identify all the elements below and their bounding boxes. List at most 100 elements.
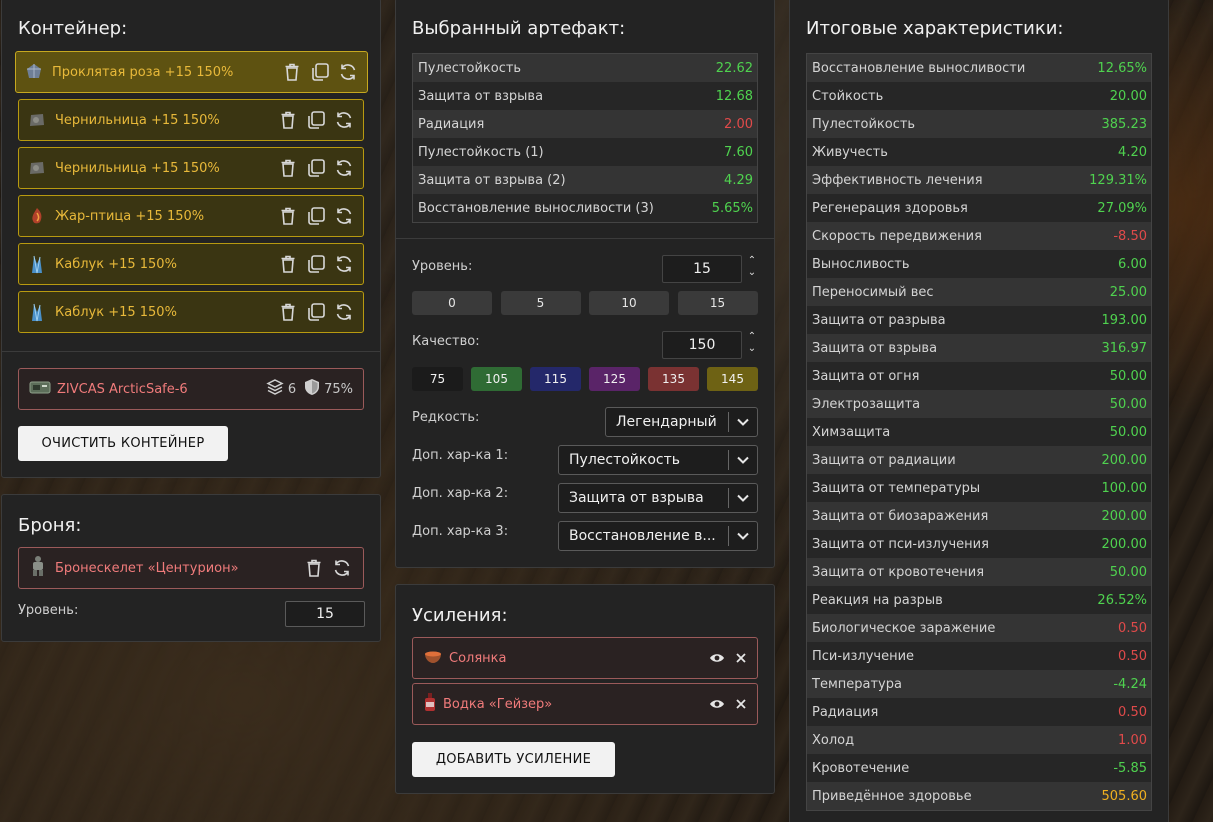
stat-row: Эффективность лечения 129.31%	[807, 166, 1151, 194]
swap-icon[interactable]	[333, 157, 355, 179]
chevron-up-icon[interactable]: ⌃	[745, 331, 759, 343]
trash-icon[interactable]	[277, 253, 299, 275]
artifact-row[interactable]: Жар-птица +15 150%	[18, 195, 364, 237]
armor-level-input[interactable]: 15	[285, 601, 365, 627]
stat-name: Приведённое здоровье	[812, 788, 972, 804]
stat-row: Пулестойкость (1) 7.60	[413, 138, 757, 166]
quality-input[interactable]: 150	[662, 331, 742, 359]
chevron-down-icon	[729, 456, 757, 464]
add-boost-button[interactable]: ДОБАВИТЬ УСИЛЕНИЕ	[412, 742, 615, 777]
quality-preset-button[interactable]: 145	[707, 367, 758, 391]
rarity-select[interactable]: Легендарный	[605, 407, 758, 437]
stat-value: 385.23	[1101, 116, 1148, 132]
artifact-row[interactable]: Каблук +15 150%	[18, 291, 364, 333]
bottle-icon	[423, 692, 437, 716]
stat-name: Стойкость	[812, 88, 884, 104]
stat-value: 2.00	[724, 116, 753, 132]
artifact-row[interactable]: Каблук +15 150%	[18, 243, 364, 285]
container-item[interactable]: ZIVCAS ArcticSafe-6 6 75%	[18, 368, 364, 410]
swap-icon[interactable]	[333, 301, 355, 323]
stat-name: Восстановление выносливости	[812, 60, 1026, 76]
artifact-row[interactable]: Чернильница +15 150%	[18, 147, 364, 189]
quality-preset-button[interactable]: 105	[471, 367, 522, 391]
level-input[interactable]: 15	[662, 255, 742, 283]
inkwell-gem-icon	[27, 110, 47, 130]
artifact-row[interactable]: Проклятая роза +15 150%	[15, 51, 368, 93]
stat-value: 0.50	[1118, 648, 1147, 664]
stat-name: Пси-излучение	[812, 648, 915, 664]
artifact-divider	[396, 238, 774, 239]
extra3-select[interactable]: Восстановление в...	[558, 521, 758, 551]
totals-stats-table: Восстановление выносливости 12.65% Стойкос…	[806, 53, 1152, 811]
container-box-icon	[29, 379, 51, 399]
quality-preset-button[interactable]: 75	[412, 367, 463, 391]
container-item-name: ZIVCAS ArcticSafe-6	[57, 381, 188, 397]
trash-icon[interactable]	[281, 61, 303, 83]
copy-icon[interactable]	[305, 301, 327, 323]
swap-icon[interactable]	[333, 205, 355, 227]
stat-name: Реакция на разрыв	[812, 592, 943, 608]
chevron-down-icon[interactable]: ⌄	[745, 343, 759, 355]
container-divider	[2, 351, 380, 352]
copy-icon[interactable]	[309, 61, 331, 83]
stat-name: Электрозащита	[812, 396, 921, 412]
chevron-up-icon[interactable]: ⌃	[745, 255, 759, 267]
stat-value: 22.62	[715, 60, 753, 76]
inkwell-gem-icon	[27, 158, 47, 178]
level-spinner[interactable]: ⌃ ⌄	[745, 255, 759, 283]
level-preset-button[interactable]: 0	[412, 291, 492, 315]
copy-icon[interactable]	[305, 157, 327, 179]
artifact-row[interactable]: Чернильница +15 150%	[18, 99, 364, 141]
close-icon[interactable]	[735, 649, 747, 668]
boost-item[interactable]: Солянка	[412, 637, 758, 679]
swap-icon[interactable]	[331, 557, 353, 579]
stat-name: Защита от разрыва	[812, 312, 946, 328]
level-preset-button[interactable]: 15	[677, 291, 758, 315]
trash-icon[interactable]	[277, 301, 299, 323]
totals-panel: Итоговые характеристики: Восстановление …	[789, 0, 1169, 822]
trash-icon[interactable]	[303, 557, 325, 579]
swap-icon[interactable]	[333, 253, 355, 275]
quality-preset-button[interactable]: 115	[530, 367, 581, 391]
quality-preset-button[interactable]: 125	[589, 367, 640, 391]
swap-icon[interactable]	[337, 61, 359, 83]
extra2-select[interactable]: Защита от взрыва	[558, 483, 758, 513]
quality-preset-button[interactable]: 135	[648, 367, 699, 391]
stat-name: Пулестойкость	[418, 60, 522, 76]
stat-value: 0.50	[1118, 704, 1147, 720]
clear-container-button[interactable]: ОЧИСТИТЬ КОНТЕЙНЕР	[18, 426, 228, 461]
stat-name: Химзащита	[812, 424, 891, 440]
stat-value: -8.50	[1113, 228, 1147, 244]
copy-icon[interactable]	[305, 253, 327, 275]
armor-panel: Броня: Бронескелет «Центурион» Уровень: …	[1, 494, 381, 642]
armor-title: Броня:	[18, 515, 82, 536]
stat-row: Восстановление выносливости (3) 5.65%	[413, 194, 757, 222]
stat-name: Защита от пси-излучения	[812, 536, 989, 552]
stat-value: 1.00	[1118, 732, 1147, 748]
stat-value: 27.09%	[1097, 200, 1147, 216]
swap-icon[interactable]	[333, 109, 355, 131]
trash-icon[interactable]	[277, 157, 299, 179]
level-preset-button[interactable]: 5	[500, 291, 581, 315]
copy-icon[interactable]	[305, 205, 327, 227]
eye-icon[interactable]	[709, 695, 725, 714]
chevron-down-icon[interactable]: ⌄	[745, 267, 759, 279]
quality-spinner[interactable]: ⌃ ⌄	[745, 331, 759, 359]
stat-name: Кровотечение	[812, 760, 910, 776]
extra1-select[interactable]: Пулестойкость	[558, 445, 758, 475]
trash-icon[interactable]	[277, 109, 299, 131]
stat-name: Восстановление выносливости (3)	[418, 200, 654, 216]
boost-item[interactable]: Водка «Гейзер»	[412, 683, 758, 725]
artifact-stats-table: Пулестойкость 22.62 Защита от взрыва 12.68 Р…	[412, 53, 758, 223]
trash-icon[interactable]	[277, 205, 299, 227]
stat-row: Радиация 0.50	[807, 698, 1151, 726]
stat-row: Защита от радиации 200.00	[807, 446, 1151, 474]
armor-item[interactable]: Бронескелет «Центурион»	[18, 547, 364, 589]
stat-name: Пулестойкость	[812, 116, 916, 132]
stat-value: 26.52%	[1097, 592, 1147, 608]
level-preset-button[interactable]: 10	[589, 291, 669, 315]
stat-value: 50.00	[1109, 424, 1147, 440]
eye-icon[interactable]	[709, 649, 725, 668]
copy-icon[interactable]	[305, 109, 327, 131]
close-icon[interactable]	[735, 695, 747, 714]
